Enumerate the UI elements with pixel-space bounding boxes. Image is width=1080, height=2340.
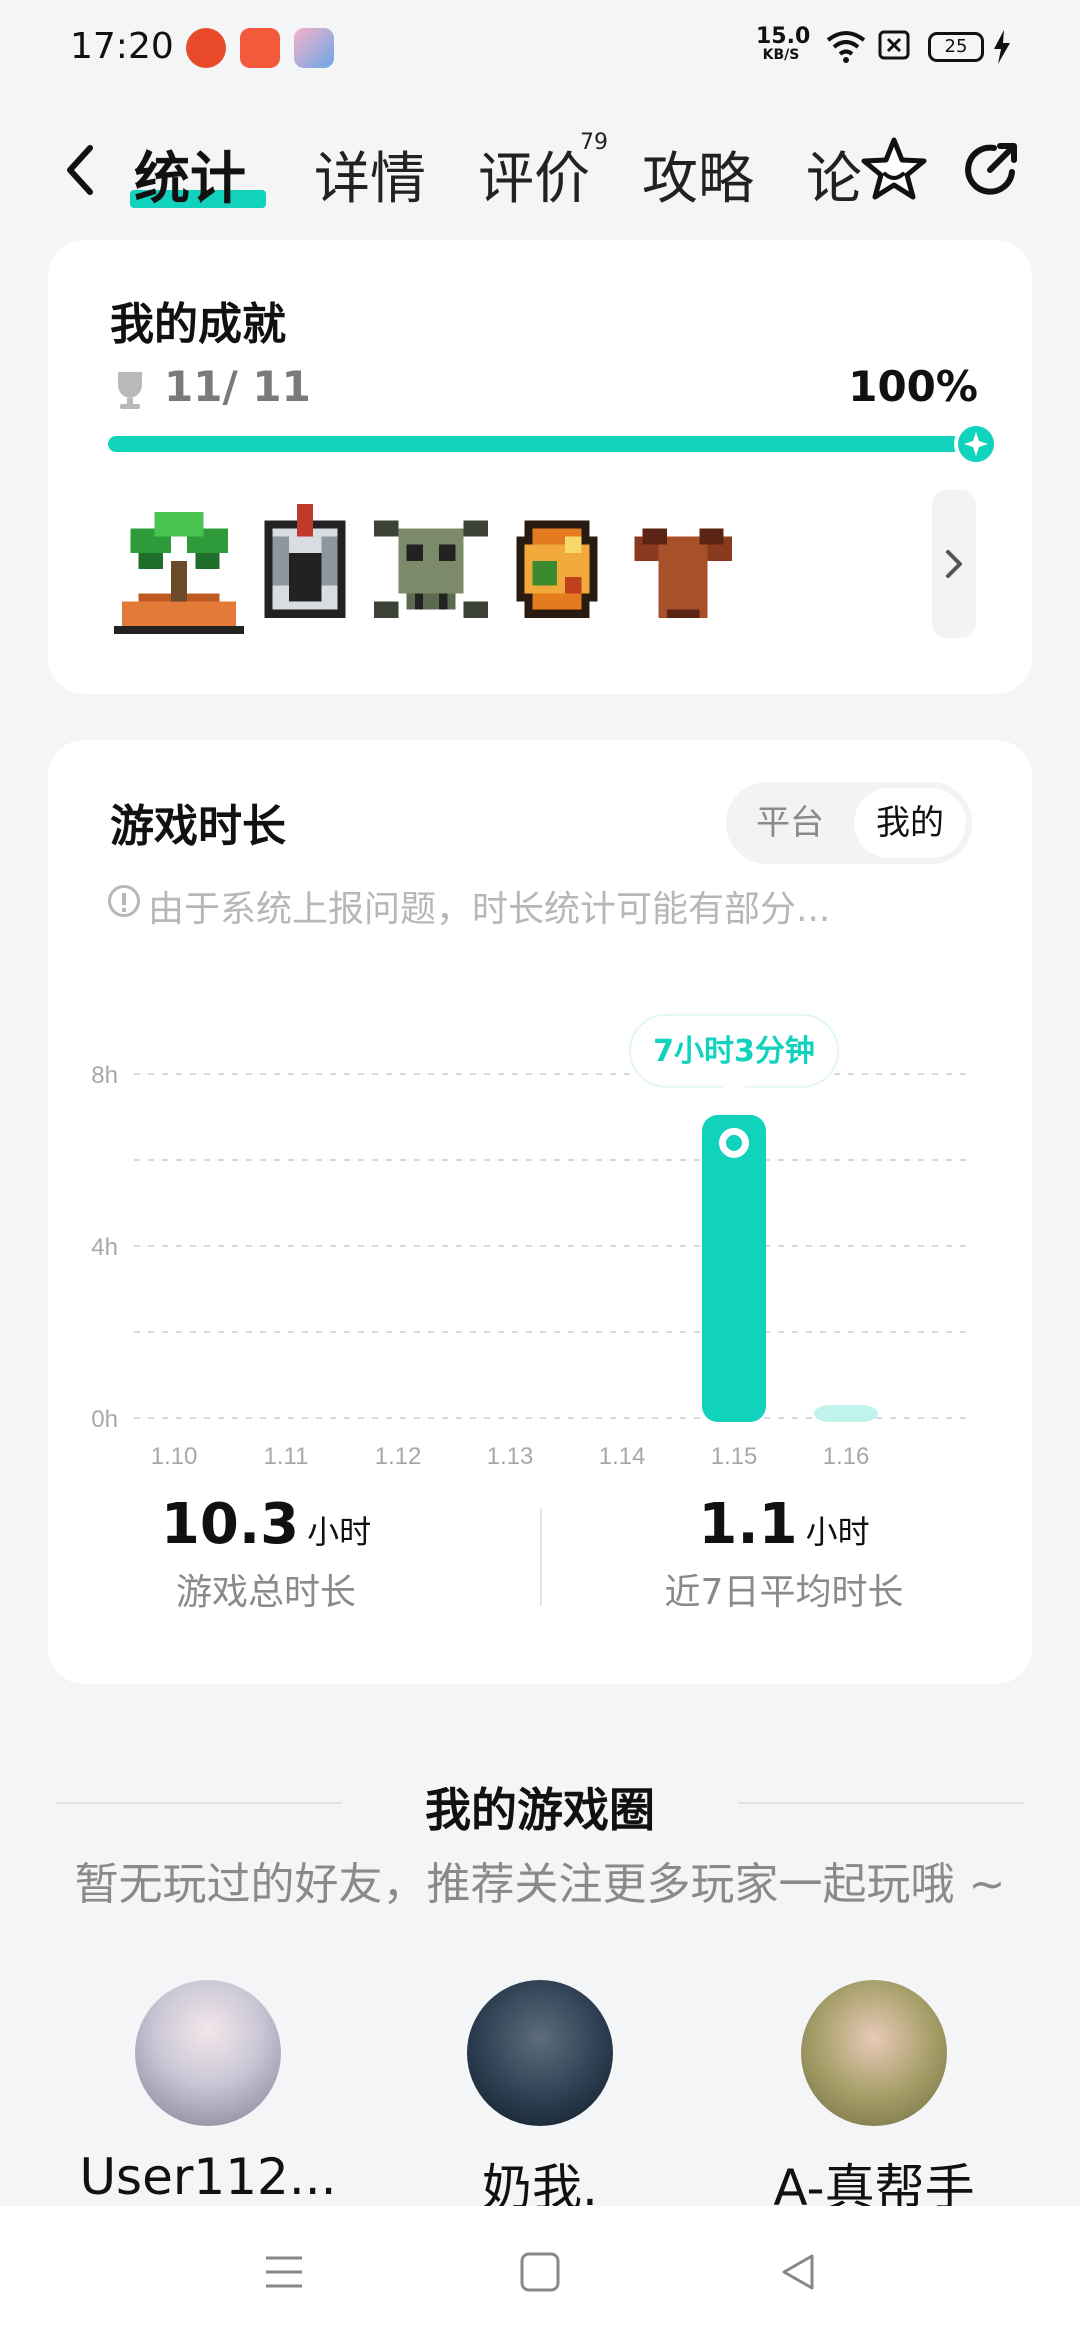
x-tick-label: 1.12 xyxy=(375,1443,422,1470)
playtime-title: 游戏时长 xyxy=(110,801,286,852)
notice-text: 由于系统上报问题，时长统计可能有部分... xyxy=(148,889,831,930)
x-tick-label: 1.16 xyxy=(823,1443,870,1470)
notification-app-icon xyxy=(186,28,226,68)
total-playtime-label: 游戏总时长 xyxy=(175,1572,356,1613)
review-count-badge: 79 xyxy=(580,130,608,155)
achievements-card[interactable]: 我的成就 11/ 11 100% xyxy=(48,240,1032,694)
achievement-progress-fill xyxy=(108,422,998,466)
sim-off-icon xyxy=(878,30,910,60)
y-tick-label: 8h xyxy=(91,1062,118,1089)
achievement-badges xyxy=(114,504,934,634)
total-playtime-unit: 小时 xyxy=(307,1513,372,1551)
tooltip-text: 7小时3分钟 xyxy=(653,1034,815,1069)
more-badges-button[interactable] xyxy=(932,490,976,638)
status-time: 17:20 xyxy=(70,26,174,67)
recommended-user[interactable]: 奶我. xyxy=(390,1980,690,2220)
x-tick-label: 1.14 xyxy=(599,1443,646,1470)
divider-right xyxy=(738,1802,1024,1804)
achievement-percent: 100% xyxy=(848,362,978,411)
avatar[interactable] xyxy=(467,1980,613,2126)
tab-guides[interactable]: 攻略 xyxy=(642,134,754,215)
tab-forum[interactable]: 论 xyxy=(806,134,862,215)
toggle-mine[interactable]: 我的 xyxy=(854,788,966,858)
game-circle-header: 我的游戏圈 xyxy=(0,1770,1080,1840)
battery-icon: 25 xyxy=(928,32,984,62)
system-nav-bar xyxy=(0,2206,1080,2340)
orb-badge[interactable] xyxy=(492,504,622,634)
y-tick-label: 4h xyxy=(91,1234,118,1261)
x-tick-label: 1.15 xyxy=(711,1443,758,1470)
x-tick-label: 1.10 xyxy=(151,1443,198,1470)
info-icon xyxy=(108,885,140,917)
menu-icon[interactable] xyxy=(262,2250,306,2294)
star-icon[interactable] xyxy=(858,134,930,206)
stat-divider xyxy=(540,1508,542,1606)
game-circle-subtitle: 暂无玩过的好友，推荐关注更多玩家一起玩哦 ~ xyxy=(74,1859,1006,1910)
progress-sparkle-icon xyxy=(954,422,998,466)
back-icon[interactable] xyxy=(56,140,106,200)
y-tick-label: 0h xyxy=(91,1406,118,1433)
playtime-chart: 0h 4h 8h 1.10 1.11 1.12 1.13 1.14 7小时3分钟 1.15 1.16 xyxy=(91,1013,972,1470)
tab-reviews[interactable]: 评价 xyxy=(478,134,590,215)
average-playtime-unit: 小时 xyxy=(805,1513,870,1551)
top-nav: 统计 详情 评价 79 攻略 论 xyxy=(0,110,1080,230)
average-playtime: 1.1 小时 近7日平均时长 xyxy=(584,1492,984,1615)
playtime-card: 游戏时长 平台 我的 由于系统上报问题，时长统计可能有部分... 0h 4h 8h 1… xyxy=(48,740,1032,1684)
total-playtime-value: 10.3 xyxy=(160,1492,300,1557)
toggle-platform[interactable]: 平台 xyxy=(734,788,846,858)
playtime-toggle: 平台 我的 xyxy=(726,782,972,864)
achievements-title: 我的成就 xyxy=(110,299,286,350)
trophy-icon xyxy=(118,372,142,409)
data-notice[interactable]: 由于系统上报问题，时长统计可能有部分... xyxy=(108,880,830,932)
back-triangle-icon[interactable] xyxy=(776,2250,820,2294)
achievement-progress-bar xyxy=(108,422,998,466)
anime-app-icon xyxy=(294,28,334,68)
achievement-count: 11/ 11 xyxy=(164,362,311,411)
game-circle-title: 我的游戏圈 xyxy=(425,1783,655,1837)
recommended-user[interactable]: User112... xyxy=(58,1980,358,2206)
avatar[interactable] xyxy=(801,1980,947,2126)
bar-marker-dot xyxy=(726,1134,742,1151)
average-playtime-label: 近7日平均时长 xyxy=(664,1572,904,1613)
tunic-badge[interactable] xyxy=(618,504,748,634)
chart-bar xyxy=(814,1405,878,1422)
helmet-badge[interactable] xyxy=(240,504,370,634)
net-speed: 15.0 KB/S xyxy=(756,24,811,63)
avatar[interactable] xyxy=(135,1980,281,2126)
charging-icon xyxy=(994,30,1010,64)
chevron-right-icon xyxy=(946,550,962,578)
recommended-user[interactable]: A-真帮手 xyxy=(724,1980,1024,2220)
share-icon[interactable] xyxy=(956,134,1028,206)
x-tick-label: 1.13 xyxy=(487,1443,534,1470)
plant-badge[interactable] xyxy=(114,504,244,634)
chart-bar xyxy=(702,1114,766,1422)
average-playtime-value: 1.1 xyxy=(698,1492,798,1557)
tooltip-pointer xyxy=(722,1085,746,1101)
x-tick-label: 1.11 xyxy=(264,1443,309,1470)
wifi-icon xyxy=(826,31,866,63)
home-icon[interactable] xyxy=(518,2250,562,2294)
video-app-icon xyxy=(240,28,280,68)
tab-stats[interactable]: 统计 xyxy=(134,134,246,215)
skull-badge[interactable] xyxy=(366,504,496,634)
total-playtime: 10.3 小时 游戏总时长 xyxy=(66,1492,466,1615)
tab-details[interactable]: 详情 xyxy=(314,134,426,215)
user-name[interactable]: User112... xyxy=(58,2148,358,2206)
status-bar: 17:20 15.0 KB/S 25 xyxy=(0,0,1080,96)
